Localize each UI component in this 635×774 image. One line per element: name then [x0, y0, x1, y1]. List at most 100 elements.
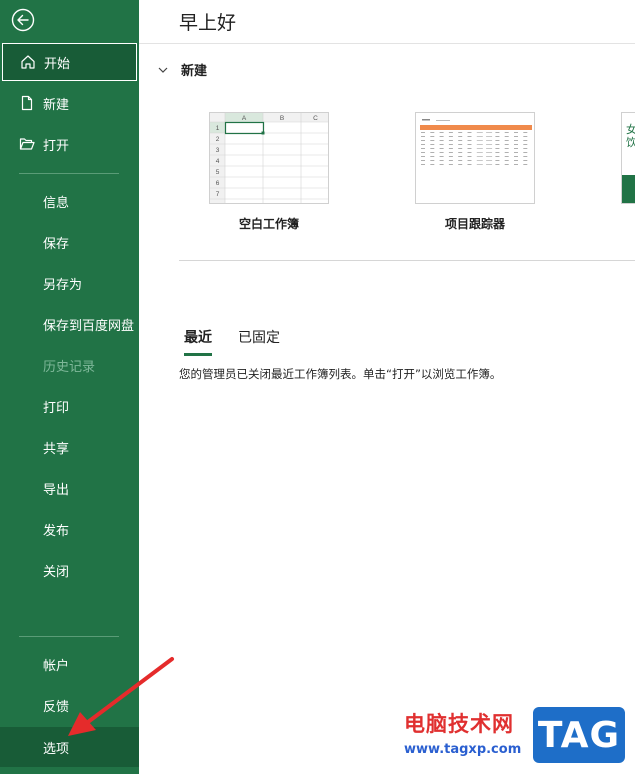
partial-template-band [622, 175, 635, 203]
section-divider [179, 260, 635, 261]
header-divider [139, 43, 635, 44]
sheet-row-header: 6 [216, 180, 220, 187]
back-arrow-icon[interactable] [11, 8, 35, 32]
tracker-cell [476, 164, 483, 165]
tracker-cell [476, 156, 483, 157]
new-document-icon [19, 95, 35, 111]
tracker-cell [430, 140, 435, 141]
tracker-cell [448, 156, 453, 157]
backstage-main: 早上好 新建 ABC1234567 空白工作簿 项目跟踪器 最近 已固定 您的管… [139, 0, 635, 774]
tracker-cell [439, 148, 444, 149]
tracker-cell [523, 164, 528, 165]
sheet-row-header: 4 [216, 158, 220, 165]
tracker-cell [448, 160, 453, 161]
sidebar-item-share[interactable]: 共享 [0, 428, 139, 466]
home-icon [20, 54, 36, 70]
chevron-down-icon [157, 64, 169, 76]
tracker-cell [523, 152, 528, 153]
tracker-cell [458, 144, 463, 145]
tracker-cell [439, 132, 444, 133]
sidebar-item-history: 历史记录 [0, 346, 139, 384]
tracker-cell [476, 160, 483, 161]
sidebar-item-print[interactable]: 打印 [0, 387, 139, 425]
tracker-cell [476, 136, 483, 137]
tracker-cell [514, 144, 518, 145]
tracker-cell [430, 132, 435, 133]
recent-tabs: 最近 已固定 [184, 327, 306, 356]
tracker-cell [467, 152, 472, 153]
tracker-cell [421, 132, 425, 133]
sidebar-item-options[interactable]: 选项 [0, 727, 139, 767]
tracker-cell [458, 148, 463, 149]
sheet-column-header: A [242, 115, 247, 122]
template-partial[interactable]: 女 饮 [621, 112, 635, 204]
new-section-toggle[interactable]: 新建 [157, 60, 207, 79]
template-caption: 空白工作簿 [238, 217, 299, 231]
sidebar-item-save-as[interactable]: 另存为 [0, 264, 139, 302]
watermark-url: www.tagxp.com [404, 742, 522, 757]
tab-recent[interactable]: 最近 [184, 327, 212, 356]
sidebar-item-home[interactable]: 开始 [2, 43, 137, 81]
tracker-cell [430, 152, 435, 153]
tracker-cell [458, 164, 463, 165]
partial-template-text: 女 饮 [626, 123, 635, 149]
tracker-cell [504, 144, 509, 145]
sidebar-item-label: 共享 [43, 441, 70, 457]
tracker-cell [504, 164, 509, 165]
tracker-cell [439, 140, 444, 141]
template-project-tracker[interactable]: 项目跟踪器 [415, 112, 535, 231]
tracker-cell [448, 132, 453, 133]
tracker-cell [486, 156, 493, 157]
sidebar-item-save-to-baidu[interactable]: 保存到百度网盘 [0, 305, 139, 343]
sidebar-item-close[interactable]: 关闭 [0, 551, 139, 589]
tracker-cell [430, 144, 435, 145]
tracker-cell [458, 140, 463, 141]
tracker-cell [523, 160, 528, 161]
tab-pinned[interactable]: 已固定 [238, 327, 280, 356]
sidebar-item-label: 关闭 [43, 564, 70, 580]
sidebar-item-label: 打开 [43, 138, 70, 154]
tracker-cell [467, 156, 472, 157]
blank-sheet-grid: A B C 1 2 3 4 5 6 7 [210, 113, 328, 203]
tracker-cell [448, 140, 453, 141]
tracker-cell [430, 136, 435, 137]
tracker-cell [495, 144, 500, 145]
tracker-cell [523, 148, 528, 149]
sidebar-item-account[interactable]: 帐户 [0, 645, 139, 683]
tracker-cell [439, 144, 444, 145]
tracker-cell [467, 164, 472, 165]
tracker-cell [486, 152, 493, 153]
tracker-cell [514, 136, 518, 137]
project-tracker-preview [416, 113, 534, 203]
sidebar-item-label: 反馈 [43, 699, 70, 715]
tracker-cell [467, 160, 472, 161]
tracker-cell [476, 132, 483, 133]
sheet-column-header: C [313, 115, 318, 122]
sidebar-item-label: 保存到百度网盘 [43, 318, 135, 334]
tracker-cell [421, 140, 425, 141]
sidebar-item-publish[interactable]: 发布 [0, 510, 139, 548]
tracker-cell [421, 136, 425, 137]
sidebar-item-feedback[interactable]: 反馈 [0, 686, 139, 724]
sidebar-item-export[interactable]: 导出 [0, 469, 139, 507]
section-title: 新建 [181, 64, 208, 79]
tracker-cell [495, 140, 500, 141]
sidebar-item-new[interactable]: 新建 [0, 84, 139, 122]
tracker-cell [421, 164, 425, 165]
tracker-cell [467, 132, 472, 133]
sidebar-divider [19, 173, 119, 174]
tracker-cell [476, 140, 483, 141]
sheet-row-header: 5 [216, 169, 220, 176]
project-tracker-thumbnail [415, 112, 535, 204]
tracker-cell [495, 152, 500, 153]
tracker-cell [514, 132, 518, 133]
sheet-row-header: 3 [216, 147, 220, 154]
template-blank-workbook[interactable]: A B C 1 2 3 4 5 6 7 空白工作簿 [209, 112, 329, 231]
tracker-cell [430, 164, 435, 165]
sidebar-item-save[interactable]: 保存 [0, 223, 139, 261]
sidebar-item-info[interactable]: 信息 [0, 182, 139, 220]
tracker-cell [486, 148, 493, 149]
tracker-cell [486, 160, 493, 161]
sidebar-item-open[interactable]: 打开 [0, 125, 139, 163]
tracker-cell [476, 144, 483, 145]
